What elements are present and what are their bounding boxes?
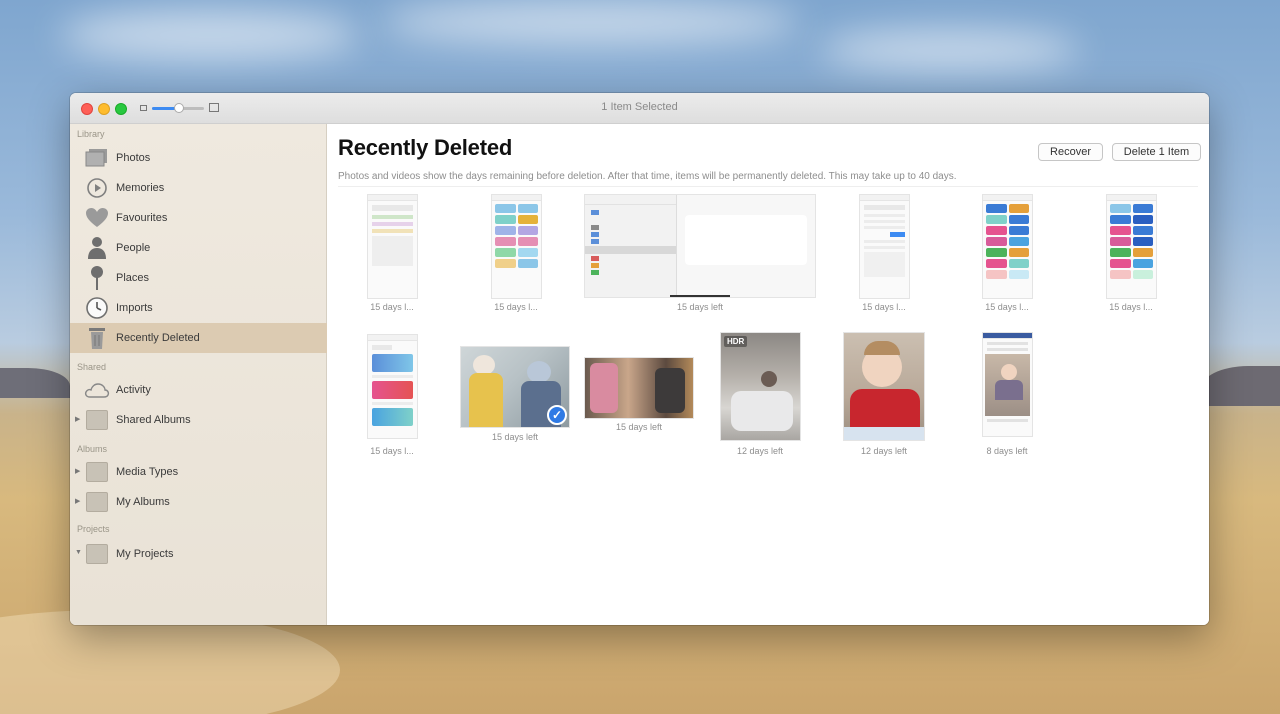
photo-thumbnail[interactable] (367, 194, 418, 299)
trash-icon (84, 327, 110, 349)
days-left-label: 15 days left (676, 302, 724, 312)
sidebar-item-photos[interactable]: Photos (70, 143, 327, 173)
sidebar-item-shared-albums[interactable]: ▶ Shared Albums (70, 405, 327, 435)
days-left-label: 8 days left (986, 446, 1028, 456)
divider (338, 186, 1198, 187)
photos-icon (84, 147, 110, 169)
sidebar-item-favourites[interactable]: Favourites (70, 203, 327, 233)
days-left-label: 15 days left (491, 432, 539, 442)
sidebar-item-label: People (116, 242, 151, 254)
page-title: Recently Deleted (338, 135, 513, 160)
section-header-library: Library (77, 129, 105, 139)
disclosure-triangle-icon[interactable]: ▼ (75, 549, 82, 556)
days-left-label: 15 days l... (862, 302, 906, 312)
photo-thumbnail[interactable]: HDR (720, 332, 801, 441)
sidebar-item-activity[interactable]: Activity (70, 375, 327, 405)
window-title: 1 Item Selected (601, 101, 678, 113)
photo-thumbnail[interactable] (859, 194, 910, 299)
memories-icon (84, 177, 110, 199)
clock-icon (84, 297, 110, 319)
section-header-albums: Albums (77, 444, 108, 454)
heart-icon (84, 207, 110, 229)
photo-thumbnail[interactable] (982, 194, 1033, 299)
recover-button[interactable]: Recover (1038, 143, 1103, 161)
selected-checkmark-icon: ✓ (547, 405, 567, 425)
disclosure-triangle-icon[interactable]: ▶ (75, 467, 80, 475)
photo-thumbnail[interactable] (491, 194, 542, 299)
sidebar-item-label: Photos (116, 152, 151, 164)
cloud (820, 30, 1080, 70)
title-bar: 1 Item Selected (70, 93, 1209, 124)
days-left-label: 15 days l... (985, 302, 1029, 312)
days-left-label: 15 days l... (1109, 302, 1153, 312)
sand-dune (0, 610, 340, 714)
sidebar-item-label: My Albums (116, 496, 170, 508)
sidebar-item-label: Memories (116, 182, 165, 194)
days-left-label: 15 days l... (370, 446, 414, 456)
sidebar-item-label: Places (116, 272, 150, 284)
cloud (60, 10, 360, 60)
sidebar-item-recently-deleted[interactable]: Recently Deleted (70, 323, 327, 353)
sidebar-item-label: Activity (116, 384, 151, 396)
disclosure-triangle-icon[interactable]: ▶ (75, 497, 80, 505)
sidebar-item-label: My Projects (116, 548, 174, 560)
cloud-icon (84, 379, 110, 401)
sidebar-item-label: Recently Deleted (116, 332, 200, 344)
days-left-label: 15 days left (615, 422, 663, 432)
section-header-projects: Projects (77, 524, 110, 534)
photo-thumbnail[interactable] (982, 332, 1033, 437)
sidebar: Library Photos Memories Favourites Peopl… (70, 124, 327, 625)
mountain-ridge (1200, 366, 1280, 406)
photo-thumbnail[interactable] (367, 334, 418, 439)
mountain-ridge (0, 368, 70, 398)
sidebar-item-media-types[interactable]: ▶ Media Types (70, 457, 327, 487)
folder-icon (84, 461, 110, 483)
person-icon (84, 237, 110, 259)
days-left-label: 15 days l... (370, 302, 414, 312)
folder-icon (84, 409, 110, 431)
sidebar-item-people[interactable]: People (70, 233, 327, 263)
sidebar-item-label: Imports (116, 302, 153, 314)
days-left-label: 12 days left (736, 446, 784, 456)
disclosure-triangle-icon[interactable]: ▶ (75, 415, 80, 423)
days-left-label: 15 days l... (494, 302, 538, 312)
days-left-label: 12 days left (860, 446, 908, 456)
cloud (380, 0, 800, 45)
hdr-badge: HDR (724, 336, 748, 347)
folder-icon (84, 543, 110, 565)
photo-thumbnail[interactable] (584, 194, 816, 298)
sidebar-item-imports[interactable]: Imports (70, 293, 327, 323)
sidebar-item-memories[interactable]: Memories (70, 173, 327, 203)
photos-window: 1 Item Selected Library Photos Memories … (70, 93, 1209, 625)
photo-thumbnail[interactable] (584, 357, 694, 419)
folder-icon (84, 491, 110, 513)
sidebar-item-label: Shared Albums (116, 414, 191, 426)
photo-thumbnail-selected[interactable]: ✓ (460, 346, 570, 428)
section-header-shared: Shared (77, 362, 107, 372)
sidebar-item-label: Favourites (116, 212, 168, 224)
sidebar-item-label: Media Types (116, 466, 179, 478)
photo-thumbnail[interactable] (1106, 194, 1157, 299)
sidebar-item-my-albums[interactable]: ▶ My Albums (70, 487, 327, 517)
sidebar-item-places[interactable]: Places (70, 263, 327, 293)
delete-item-button[interactable]: Delete 1 Item (1112, 143, 1201, 161)
page-subtitle: Photos and videos show the days remainin… (338, 171, 957, 182)
pin-icon (84, 266, 110, 290)
sidebar-item-my-projects[interactable]: ▼ My Projects (70, 539, 327, 569)
main-content: Recently Deleted Photos and videos show … (327, 124, 1209, 625)
photo-thumbnail[interactable] (843, 332, 925, 441)
